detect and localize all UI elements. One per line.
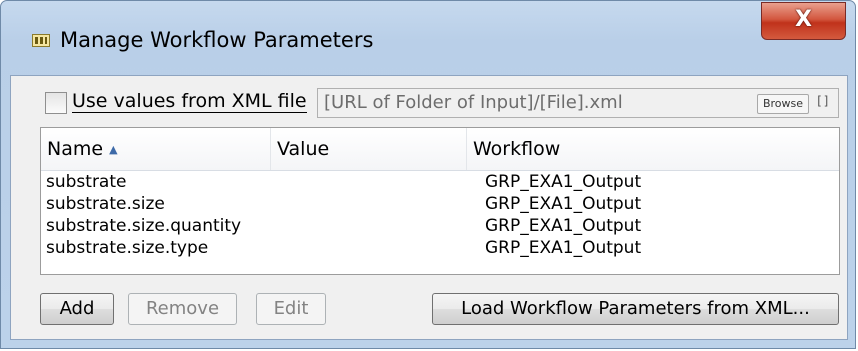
dialog-window: Manage Workflow Parameters X Use values … <box>0 0 856 349</box>
xml-url-input: [URL of Folder of Input]/[File].xml Brow… <box>317 88 839 118</box>
table-row[interactable]: substrate.size.quantity GRP_EXA1_Output <box>41 215 839 237</box>
title-bar[interactable]: Manage Workflow Parameters X <box>1 1 855 75</box>
use-xml-checkbox[interactable] <box>45 92 67 114</box>
cell-workflow: GRP_EXA1_Output <box>485 216 642 236</box>
cell-workflow: GRP_EXA1_Output <box>485 238 642 258</box>
remove-button: Remove <box>128 293 237 325</box>
cell-workflow: GRP_EXA1_Output <box>485 172 642 192</box>
table-header: Name ▲ Value Workflow <box>41 128 839 171</box>
cell-name: substrate.size.quantity <box>46 216 242 236</box>
column-header-value[interactable]: Value <box>270 128 466 170</box>
close-button[interactable]: X <box>761 2 846 40</box>
close-icon: X <box>795 7 812 32</box>
xml-source-row: Use values from XML file [URL of Folder … <box>11 76 847 124</box>
app-icon <box>32 34 50 47</box>
add-button[interactable]: Add <box>40 293 114 325</box>
column-header-name[interactable]: Name ▲ <box>41 128 270 170</box>
cell-name: substrate.size.type <box>46 238 209 258</box>
column-header-workflow[interactable]: Workflow <box>466 128 839 170</box>
cell-workflow: GRP_EXA1_Output <box>485 194 642 214</box>
cell-name: substrate <box>46 172 127 192</box>
sort-ascending-icon: ▲ <box>109 143 118 156</box>
table-row[interactable]: substrate.size GRP_EXA1_Output <box>41 193 839 215</box>
dialog-content: Use values from XML file [URL of Folder … <box>10 75 848 340</box>
variable-icon: [] <box>815 94 830 108</box>
xml-url-value: [URL of Folder of Input]/[File].xml <box>324 92 623 113</box>
table-row[interactable]: substrate GRP_EXA1_Output <box>41 171 839 193</box>
parameters-table[interactable]: Name ▲ Value Workflow substrate GRP_EXA1_… <box>40 127 840 275</box>
table-body: substrate GRP_EXA1_Output substrate.size… <box>41 171 839 259</box>
window-title: Manage Workflow Parameters <box>60 28 374 52</box>
cell-name: substrate.size <box>46 194 165 214</box>
table-row[interactable]: substrate.size.type GRP_EXA1_Output <box>41 237 839 259</box>
use-xml-checkbox-label[interactable]: Use values from XML file <box>72 91 307 113</box>
load-xml-button[interactable]: Load Workflow Parameters from XML... <box>432 293 839 325</box>
browse-button: Browse <box>756 94 809 114</box>
edit-button: Edit <box>256 293 326 325</box>
